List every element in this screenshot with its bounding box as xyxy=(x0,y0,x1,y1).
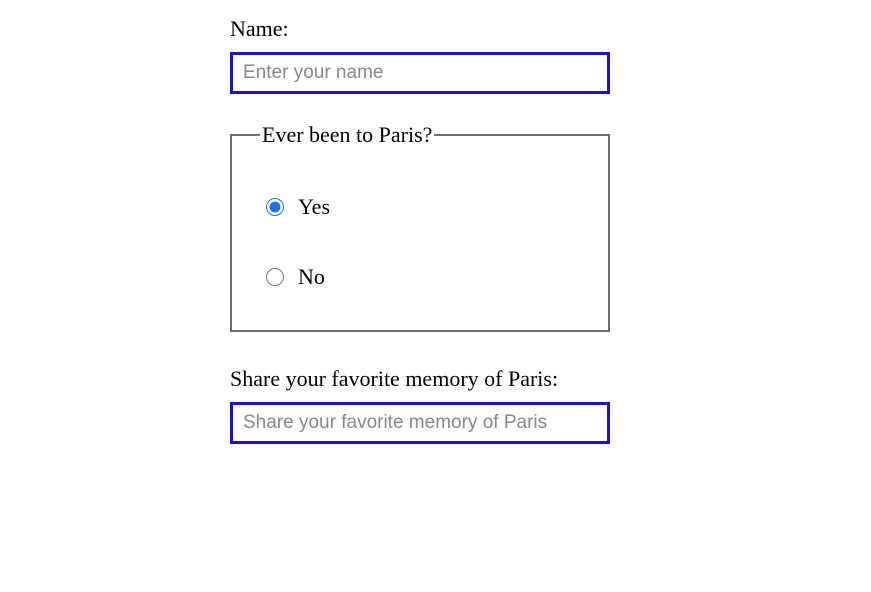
memory-label: Share your favorite memory of Paris: xyxy=(230,366,871,392)
memory-input[interactable] xyxy=(230,402,610,444)
name-field-group: Name: xyxy=(230,16,871,94)
name-label: Name: xyxy=(230,16,871,42)
memory-field-group: Share your favorite memory of Paris: xyxy=(230,366,871,444)
visited-yes-radio[interactable] xyxy=(266,198,284,216)
visited-yes-label[interactable]: Yes xyxy=(298,194,330,220)
visited-paris-fieldset: Ever been to Paris? Yes No xyxy=(230,122,610,332)
name-input[interactable] xyxy=(230,52,610,94)
radio-row-yes: Yes xyxy=(260,194,580,220)
visited-no-label[interactable]: No xyxy=(298,264,325,290)
visited-paris-legend: Ever been to Paris? xyxy=(260,122,434,148)
visited-no-radio[interactable] xyxy=(266,268,284,286)
radio-row-no: No xyxy=(260,264,580,290)
